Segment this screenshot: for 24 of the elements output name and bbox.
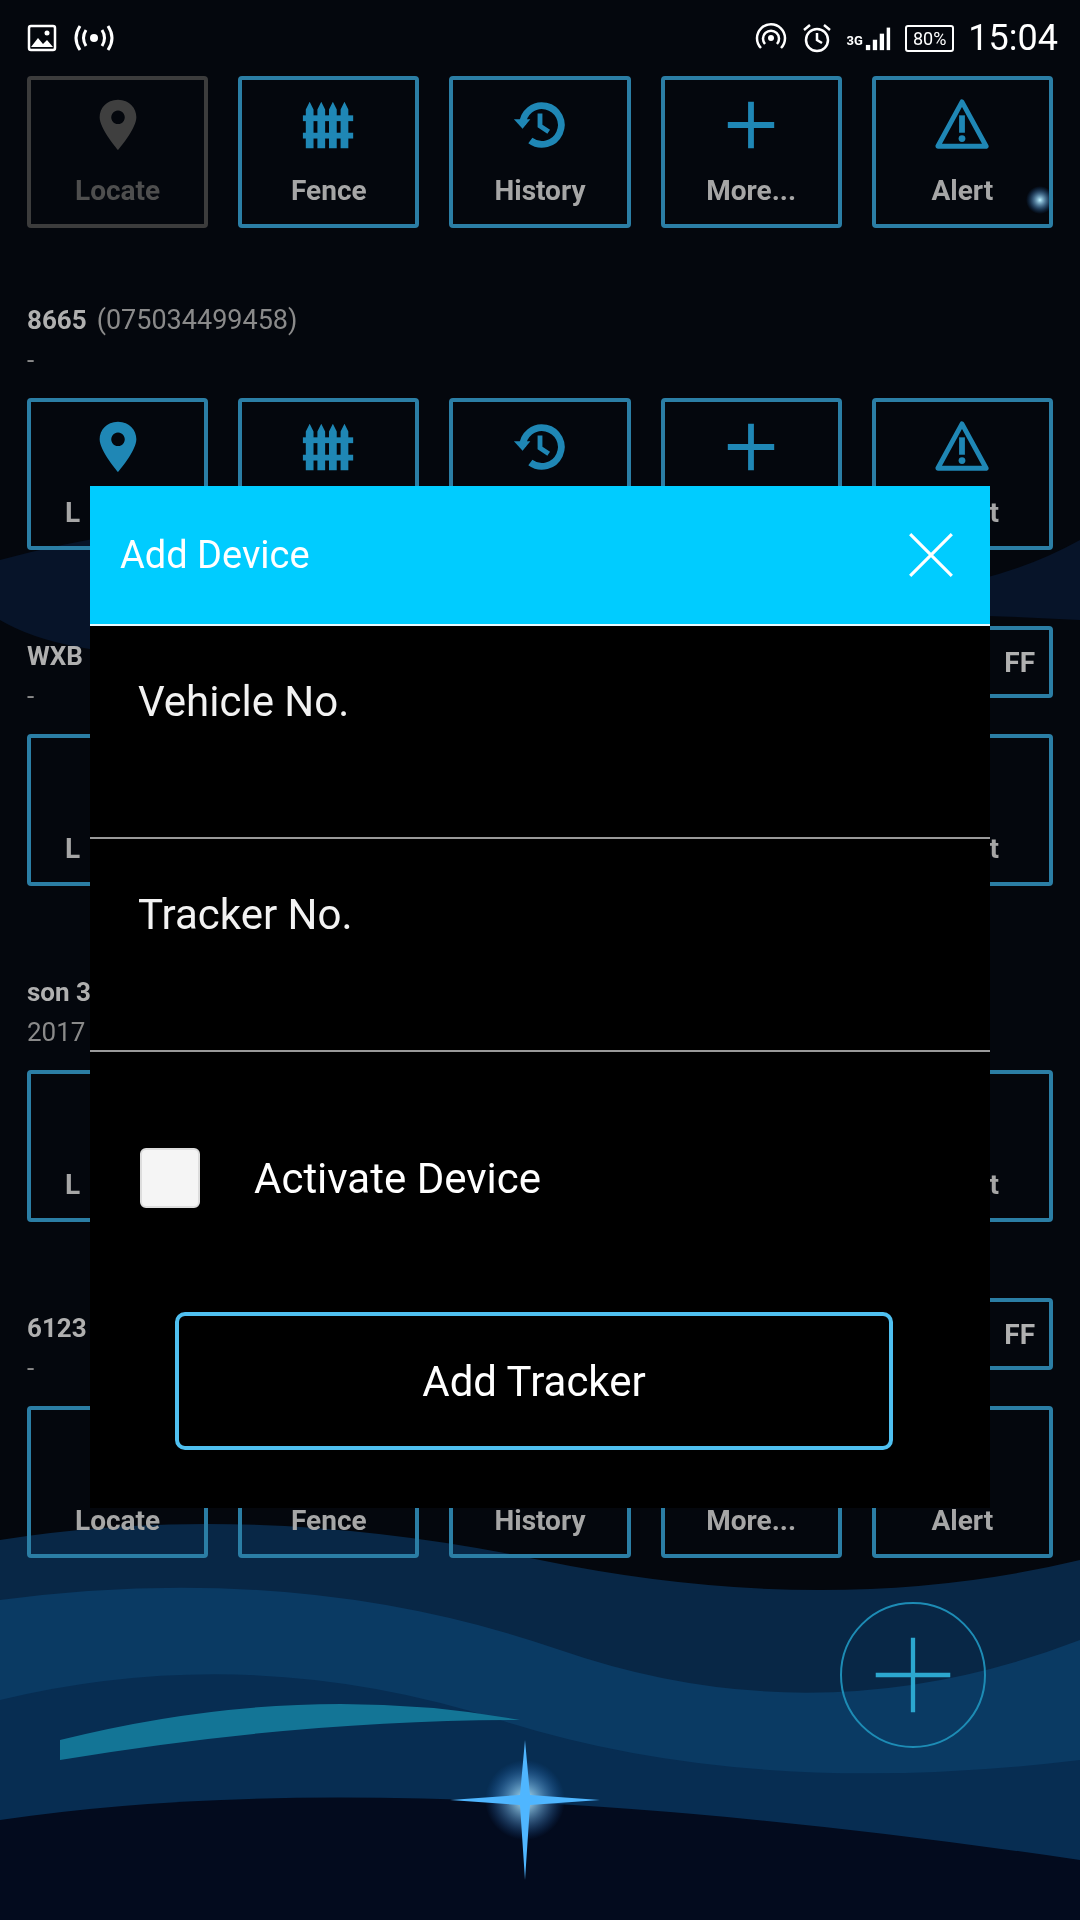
action-button[interactable]: History	[449, 76, 631, 228]
add-button[interactable]	[840, 1602, 986, 1748]
device-name: son 3	[27, 976, 91, 1009]
checkbox[interactable]	[140, 1148, 200, 1208]
add-tracker-button[interactable]: Add Tracker	[175, 1312, 893, 1450]
battery-level: 80%	[904, 24, 955, 52]
network-type: 3G	[846, 33, 863, 48]
input-field[interactable]: Vehicle No.	[90, 626, 990, 776]
checkbox-label: Activate Device	[254, 1153, 542, 1203]
device-detail: -	[27, 344, 36, 377]
close-icon	[906, 530, 956, 580]
action-button[interactable]: More...	[660, 76, 842, 228]
device-name: WXB	[27, 640, 83, 673]
device-number: (075034499458)	[96, 303, 298, 338]
device-detail: -	[27, 680, 36, 713]
clock-time: 15:04	[968, 17, 1058, 59]
input-field[interactable]: Tracker No.	[90, 839, 990, 989]
device-detail: 2017	[27, 1016, 87, 1049]
image-icon	[26, 22, 58, 54]
action-button[interactable]: Fence	[238, 76, 420, 228]
device-name: 6123	[27, 1312, 87, 1345]
device-name: 8665	[27, 304, 87, 337]
device-detail: -	[27, 1352, 36, 1385]
action-button[interactable]: Alert	[871, 76, 1053, 228]
